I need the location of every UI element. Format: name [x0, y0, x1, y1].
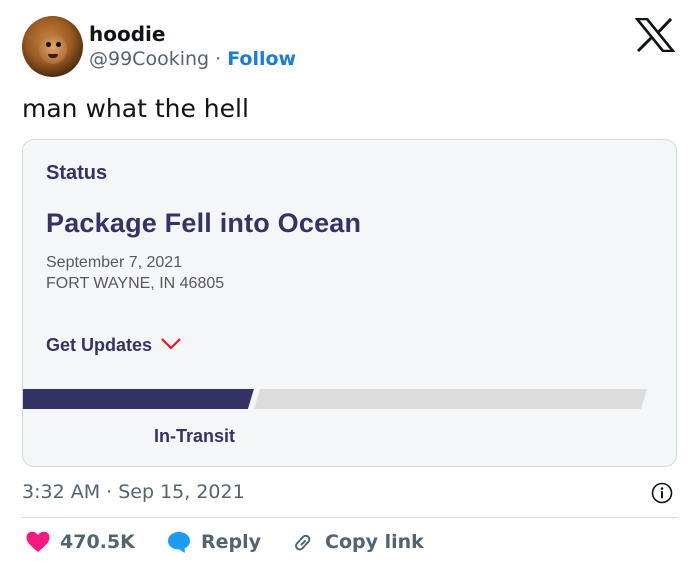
handle-row: @99Cooking · Follow	[89, 47, 296, 71]
reply-button[interactable]: Reply	[166, 530, 261, 554]
info-icon[interactable]	[651, 482, 673, 504]
follow-button[interactable]: Follow	[227, 48, 296, 70]
status-headline: Package Fell into Ocean	[46, 208, 362, 238]
heart-icon	[25, 530, 51, 554]
status-location: FORT WAYNE, IN 46805	[46, 275, 225, 292]
tracking-screenshot: Status Package Fell into Ocean September…	[23, 140, 676, 466]
avatar[interactable]	[22, 16, 83, 77]
attached-image-card[interactable]: Status Package Fell into Ocean September…	[22, 139, 677, 467]
copy-link-label: Copy link	[325, 531, 424, 553]
chevron-down-icon	[160, 335, 182, 356]
like-button[interactable]: 470.5K	[25, 530, 135, 554]
x-logo-icon[interactable]	[634, 17, 676, 53]
avatar-eye-left	[46, 42, 51, 47]
get-updates-label: Get Updates	[46, 335, 153, 355]
tweet-timestamp[interactable]: 3:32 AM · Sep 15, 2021	[22, 480, 245, 504]
get-updates-button: Get Updates	[46, 335, 182, 356]
separator-dot: ·	[215, 48, 222, 70]
link-icon	[290, 530, 316, 554]
divider	[22, 517, 678, 518]
handle[interactable]: @99Cooking	[89, 48, 209, 70]
copy-link-button[interactable]: Copy link	[290, 530, 424, 554]
progress-label: In-Transit	[154, 426, 236, 446]
avatar-eye-right	[56, 42, 61, 47]
like-count: 470.5K	[60, 531, 135, 553]
progress-bar	[23, 389, 647, 409]
status-label: Status	[46, 162, 108, 184]
tweet-text: man what the hell	[22, 94, 249, 123]
reply-bubble-icon	[166, 530, 192, 554]
display-name[interactable]: hoodie	[89, 22, 165, 46]
status-date: September 7, 2021	[46, 254, 183, 271]
avatar-face	[39, 34, 67, 64]
reply-label: Reply	[201, 531, 262, 553]
progress-fill	[23, 389, 254, 409]
